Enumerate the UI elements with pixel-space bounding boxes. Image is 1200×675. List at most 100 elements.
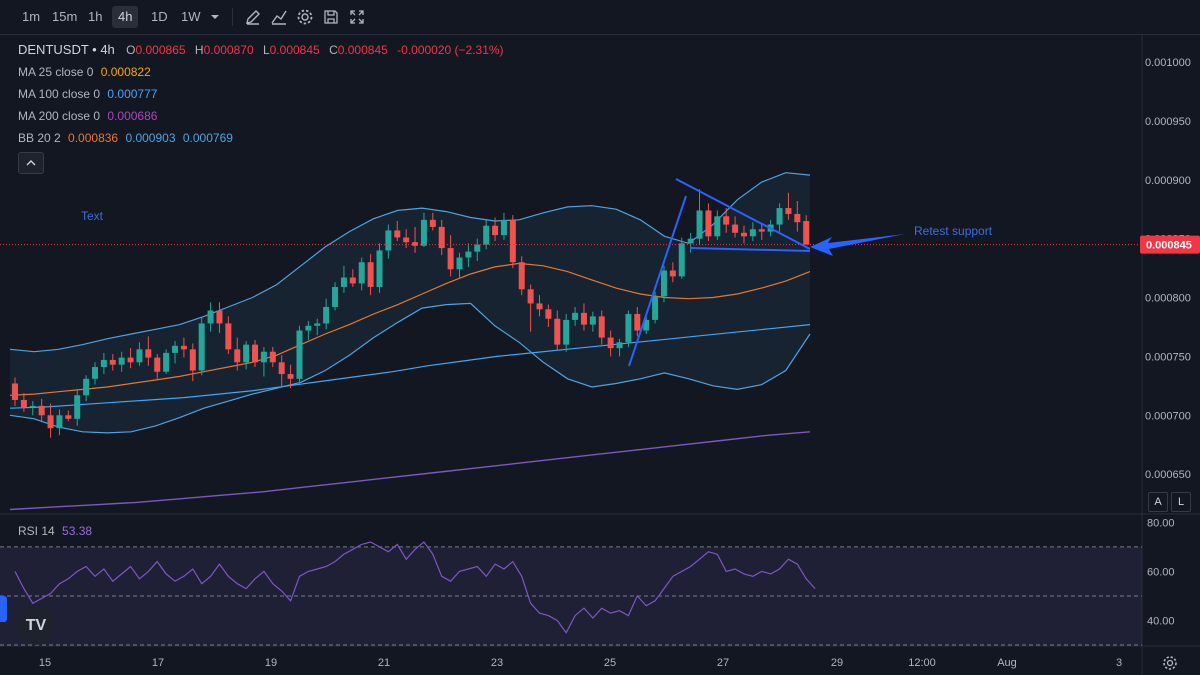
candle-body xyxy=(500,219,507,236)
symbol-name: DENTUSDT xyxy=(18,42,89,57)
collapse-legend-button[interactable] xyxy=(18,152,44,174)
time-tick-label: 25 xyxy=(604,657,616,669)
price-tick-label: 0.000700 xyxy=(1145,410,1191,422)
time-tick-label: 21 xyxy=(378,657,390,669)
candle-body xyxy=(207,310,214,324)
candle-body xyxy=(145,349,152,358)
candle-body xyxy=(278,362,285,375)
ma25-label: MA 25 close 0 xyxy=(18,65,94,79)
candle-body xyxy=(678,243,685,277)
auto-scale-button[interactable]: A xyxy=(1148,492,1168,512)
close-value: 0.000845 xyxy=(337,43,388,57)
candle-body xyxy=(794,213,801,223)
rsi-label: RSI 14 xyxy=(18,524,55,538)
candle-body xyxy=(340,277,347,287)
candle-body xyxy=(189,349,196,371)
candle-body xyxy=(20,399,27,408)
bb-lower-value: 0.000769 xyxy=(182,131,233,145)
candle-body xyxy=(65,415,72,419)
candle-body xyxy=(29,405,36,408)
ma100-label: MA 100 close 0 xyxy=(18,87,101,101)
candle-body xyxy=(732,224,739,233)
price-tick-label: 0.000950 xyxy=(1145,116,1191,128)
text-annotation: Text xyxy=(81,209,104,223)
ma25-value: 0.000822 xyxy=(100,65,151,79)
price-tick-label: 0.000650 xyxy=(1145,469,1191,481)
time-tick-label: 19 xyxy=(265,657,277,669)
candle-body xyxy=(723,216,730,225)
candle-body xyxy=(776,208,783,225)
settings-gear-icon[interactable] xyxy=(1162,655,1178,671)
bb-upper-value: 0.000903 xyxy=(125,131,176,145)
pencil-icon[interactable] xyxy=(243,7,263,27)
side-panel-handle[interactable] xyxy=(0,596,7,622)
candle-body xyxy=(705,210,712,237)
candle-body xyxy=(652,296,659,320)
time-tick-label: 3 xyxy=(1116,657,1122,669)
timeframe-1W[interactable]: 1W xyxy=(175,6,207,28)
bb-basis-value: 0.000836 xyxy=(68,131,119,145)
candle-body xyxy=(696,210,703,239)
candle-body xyxy=(198,323,205,371)
gear-icon[interactable] xyxy=(295,7,315,27)
log-scale-button[interactable]: L xyxy=(1171,492,1191,512)
time-tick-label: 17 xyxy=(152,657,164,669)
candle-body xyxy=(385,230,392,251)
high-label: H xyxy=(194,43,204,57)
save-icon[interactable] xyxy=(321,7,341,27)
candle-body xyxy=(216,310,223,324)
candle-body xyxy=(47,415,54,429)
ma100-legend[interactable]: MA 100 close 0 0.000777 xyxy=(18,87,157,101)
candle-body xyxy=(323,306,330,324)
rsi-legend[interactable]: RSI 14 53.38 xyxy=(18,524,92,538)
bb-legend[interactable]: BB 20 2 0.000836 0.000903 0.000769 xyxy=(18,131,233,145)
candle-body xyxy=(332,286,339,307)
price-tick-label: 0.000900 xyxy=(1145,175,1191,187)
candle-body xyxy=(474,244,481,252)
timeframe-1D[interactable]: 1D xyxy=(145,6,174,28)
tradingview-logo[interactable]: TV xyxy=(17,607,55,645)
price-tick-label: 0.000750 xyxy=(1145,351,1191,363)
interval-label: • 4h xyxy=(88,42,115,57)
candle-body xyxy=(100,359,107,368)
candle-body xyxy=(234,349,241,363)
candle-body xyxy=(260,351,267,363)
candle-body xyxy=(136,349,143,363)
candle-body xyxy=(749,229,756,237)
candle-body xyxy=(269,351,276,363)
chevron-up-icon xyxy=(26,160,36,166)
timeframe-4h[interactable]: 4h xyxy=(112,6,139,28)
candle-body xyxy=(394,230,401,238)
rsi-value: 53.38 xyxy=(62,524,93,538)
time-tick-label: 27 xyxy=(717,657,729,669)
candle-body xyxy=(785,208,792,214)
change-value: -0.000020 (−2.31%) xyxy=(397,43,504,57)
chevron-down-icon[interactable] xyxy=(205,7,225,27)
indicators-icon[interactable] xyxy=(269,7,289,27)
close-label: C xyxy=(329,43,338,57)
ma200-legend[interactable]: MA 200 close 0 0.000686 xyxy=(18,109,157,123)
candle-body xyxy=(465,251,472,258)
candle-body xyxy=(358,262,365,284)
top-toolbar: 1m 15m 1h 4h 1D 1W xyxy=(0,0,1200,35)
rsi-tick-label: 80.00 xyxy=(1147,517,1175,529)
timeframe-1h[interactable]: 1h xyxy=(82,6,108,28)
candle-body xyxy=(625,314,632,343)
ma25-legend[interactable]: MA 25 close 0 0.000822 xyxy=(18,65,151,79)
rsi-tick-label: 40.00 xyxy=(1147,615,1175,627)
candle-body xyxy=(172,345,179,353)
candle-body xyxy=(687,238,694,244)
candle-body xyxy=(296,330,303,379)
last-price-label: 0.000845 xyxy=(1146,240,1192,252)
candle-body xyxy=(287,374,294,379)
candle-body xyxy=(243,344,250,363)
timeframe-15m[interactable]: 15m xyxy=(46,6,83,28)
candle-body xyxy=(420,219,427,246)
ohlc-legend: DENTUSDT • 4h O0.000865 H0.000870 L0.000… xyxy=(18,42,504,57)
candle-body xyxy=(225,323,232,350)
candle-body xyxy=(456,257,463,270)
fullscreen-icon[interactable] xyxy=(347,7,367,27)
timeframe-1m[interactable]: 1m xyxy=(16,6,46,28)
ma200-label: MA 200 close 0 xyxy=(18,109,101,123)
candle-body xyxy=(56,415,63,429)
